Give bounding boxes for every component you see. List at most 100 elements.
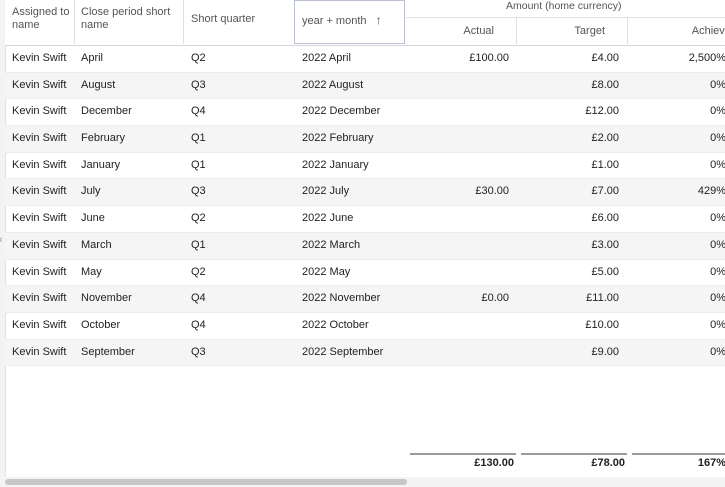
totals-divider-target xyxy=(521,453,627,455)
cell-assigned: Kevin Swift xyxy=(12,158,67,171)
totals-divider-actual xyxy=(410,453,516,455)
cell-year-month: 2022 February xyxy=(302,132,374,145)
cell-assigned: Kevin Swift xyxy=(12,265,67,278)
cell-target: £1.00 xyxy=(591,158,619,171)
table-body: Kevin Swift April Q2 2022 April £100.00 £4.00… xyxy=(5,46,725,367)
cell-close-period: April xyxy=(81,52,104,64)
column-header-short-quarter[interactable]: Short quarter xyxy=(184,0,295,44)
column-header-actual[interactable]: Actual xyxy=(406,17,517,44)
cell-assigned: Kevin Swift xyxy=(12,318,67,331)
column-header-year-month[interactable]: year + month ↑ xyxy=(294,0,405,44)
cell-close-period: May xyxy=(81,265,102,278)
column-header-short-quarter-label: Short quarter xyxy=(191,13,256,25)
cell-assigned: Kevin Swift xyxy=(12,78,67,91)
cell-close-period: January xyxy=(81,158,121,171)
cell-assigned: Kevin Swift xyxy=(12,185,67,198)
cell-assigned: Kevin Swift xyxy=(12,238,67,251)
cell-achieved: 0% xyxy=(710,345,725,358)
cell-achieved: 0% xyxy=(710,132,725,145)
cell-close-period: March xyxy=(81,238,112,251)
cell-year-month: 2022 May xyxy=(302,265,351,278)
cell-target: £3.00 xyxy=(591,238,619,251)
cell-short-quarter: Q4 xyxy=(191,318,206,331)
cell-close-period: August xyxy=(81,78,116,91)
cell-close-period: November xyxy=(81,292,132,305)
cell-short-quarter: Q1 xyxy=(191,238,206,251)
cell-assigned: Kevin Swift xyxy=(12,292,67,305)
cell-short-quarter: Q4 xyxy=(191,105,206,118)
cell-target: £9.00 xyxy=(591,345,619,358)
column-group-amount: Amount (home currency) xyxy=(506,0,622,12)
table-header: Assigned to name Close period short name… xyxy=(5,0,725,46)
cell-short-quarter: Q3 xyxy=(191,78,206,91)
chevron-left-icon[interactable]: ‹ xyxy=(0,234,3,246)
report-table: ‹ Assigned to name Close period short na… xyxy=(0,0,725,487)
column-header-year-month-label: year + month xyxy=(302,15,367,27)
table-row[interactable]: Kevin Swift December Q4 2022 December £12.00… xyxy=(5,99,725,127)
column-header-close-period[interactable]: Close period short name xyxy=(75,0,184,44)
table-row[interactable]: Kevin Swift November Q4 2022 November £0.00 £… xyxy=(5,286,725,313)
cell-year-month: 2022 August xyxy=(302,78,364,91)
cell-short-quarter: Q3 xyxy=(191,185,206,198)
column-header-assigned-label: Assigned to name xyxy=(12,6,70,31)
total-achieved: 167% xyxy=(697,457,725,469)
cell-year-month: 2022 June xyxy=(302,212,354,225)
cell-assigned: Kevin Swift xyxy=(12,52,67,64)
cell-target: £8.00 xyxy=(591,78,619,91)
table-row[interactable]: Kevin Swift April Q2 2022 April £100.00 £4.00… xyxy=(5,46,725,73)
horizontal-scrollbar-thumb[interactable] xyxy=(5,479,407,485)
cell-year-month: 2022 December xyxy=(302,105,381,118)
cell-actual: £30.00 xyxy=(475,185,509,198)
cell-assigned: Kevin Swift xyxy=(12,105,67,118)
cell-achieved: 0% xyxy=(710,265,725,278)
cell-close-period: September xyxy=(81,345,135,358)
cell-year-month: 2022 October xyxy=(302,318,369,331)
column-header-assigned[interactable]: Assigned to name xyxy=(5,0,75,44)
cell-achieved: 0% xyxy=(710,158,725,171)
table-row[interactable]: Kevin Swift June Q2 2022 June £6.00 0% xyxy=(5,206,725,233)
table-row[interactable]: Kevin Swift March Q1 2022 March £3.00 0% xyxy=(5,232,725,260)
cell-short-quarter: Q2 xyxy=(191,212,206,225)
table-row[interactable]: Kevin Swift October Q4 2022 October £10.00 0% xyxy=(5,313,725,340)
cell-year-month: 2022 March xyxy=(302,238,361,251)
cell-year-month: 2022 April xyxy=(302,52,351,64)
cell-close-period: October xyxy=(81,318,121,331)
cell-short-quarter: Q1 xyxy=(191,158,206,171)
cell-achieved: 0% xyxy=(710,238,725,251)
table-row[interactable]: Kevin Swift July Q3 2022 July £30.00 £7.00 429… xyxy=(5,179,725,207)
cell-achieved: 0% xyxy=(710,78,725,91)
cell-assigned: Kevin Swift xyxy=(12,345,67,358)
cell-short-quarter: Q1 xyxy=(191,132,206,145)
cell-close-period: December xyxy=(81,105,132,118)
cell-achieved: 429% xyxy=(697,185,725,198)
cell-achieved: 0% xyxy=(710,105,725,118)
cell-year-month: 2022 November xyxy=(302,292,381,305)
column-header-achieved[interactable]: Achieved xyxy=(628,17,725,44)
cell-target: £5.00 xyxy=(591,265,619,278)
cell-short-quarter: Q3 xyxy=(191,345,206,358)
cell-year-month: 2022 January xyxy=(302,158,369,171)
cell-assigned: Kevin Swift xyxy=(12,212,67,225)
table-row[interactable]: Kevin Swift January Q1 2022 January £1.00 0% xyxy=(5,153,725,180)
cell-short-quarter: Q2 xyxy=(191,265,206,278)
cell-achieved: 0% xyxy=(710,318,725,331)
cell-close-period: June xyxy=(81,212,105,225)
cell-target: £12.00 xyxy=(585,105,619,118)
cell-achieved: 0% xyxy=(710,292,725,305)
cell-target: £10.00 xyxy=(585,318,619,331)
sort-ascending-icon[interactable]: ↑ xyxy=(376,13,382,27)
cell-achieved: 0% xyxy=(710,212,725,225)
cell-short-quarter: Q4 xyxy=(191,292,206,305)
table-row[interactable]: Kevin Swift February Q1 2022 February £2.00 0… xyxy=(5,126,725,153)
table-row[interactable]: Kevin Swift September Q3 2022 September £9.0… xyxy=(5,339,725,367)
column-header-target[interactable]: Target xyxy=(517,17,628,44)
cell-year-month: 2022 September xyxy=(302,345,384,358)
cell-target: £4.00 xyxy=(591,52,619,64)
cell-short-quarter: Q2 xyxy=(191,52,206,64)
table-row[interactable]: Kevin Swift August Q3 2022 August £8.00 0% xyxy=(5,72,725,100)
column-header-close-period-label: Close period short name xyxy=(81,6,171,31)
cell-target: £11.00 xyxy=(586,292,619,305)
table-row[interactable]: Kevin Swift May Q2 2022 May £5.00 0% xyxy=(5,260,725,287)
totals-divider-achieved xyxy=(632,453,725,455)
cell-achieved: 2,500% xyxy=(688,52,725,64)
